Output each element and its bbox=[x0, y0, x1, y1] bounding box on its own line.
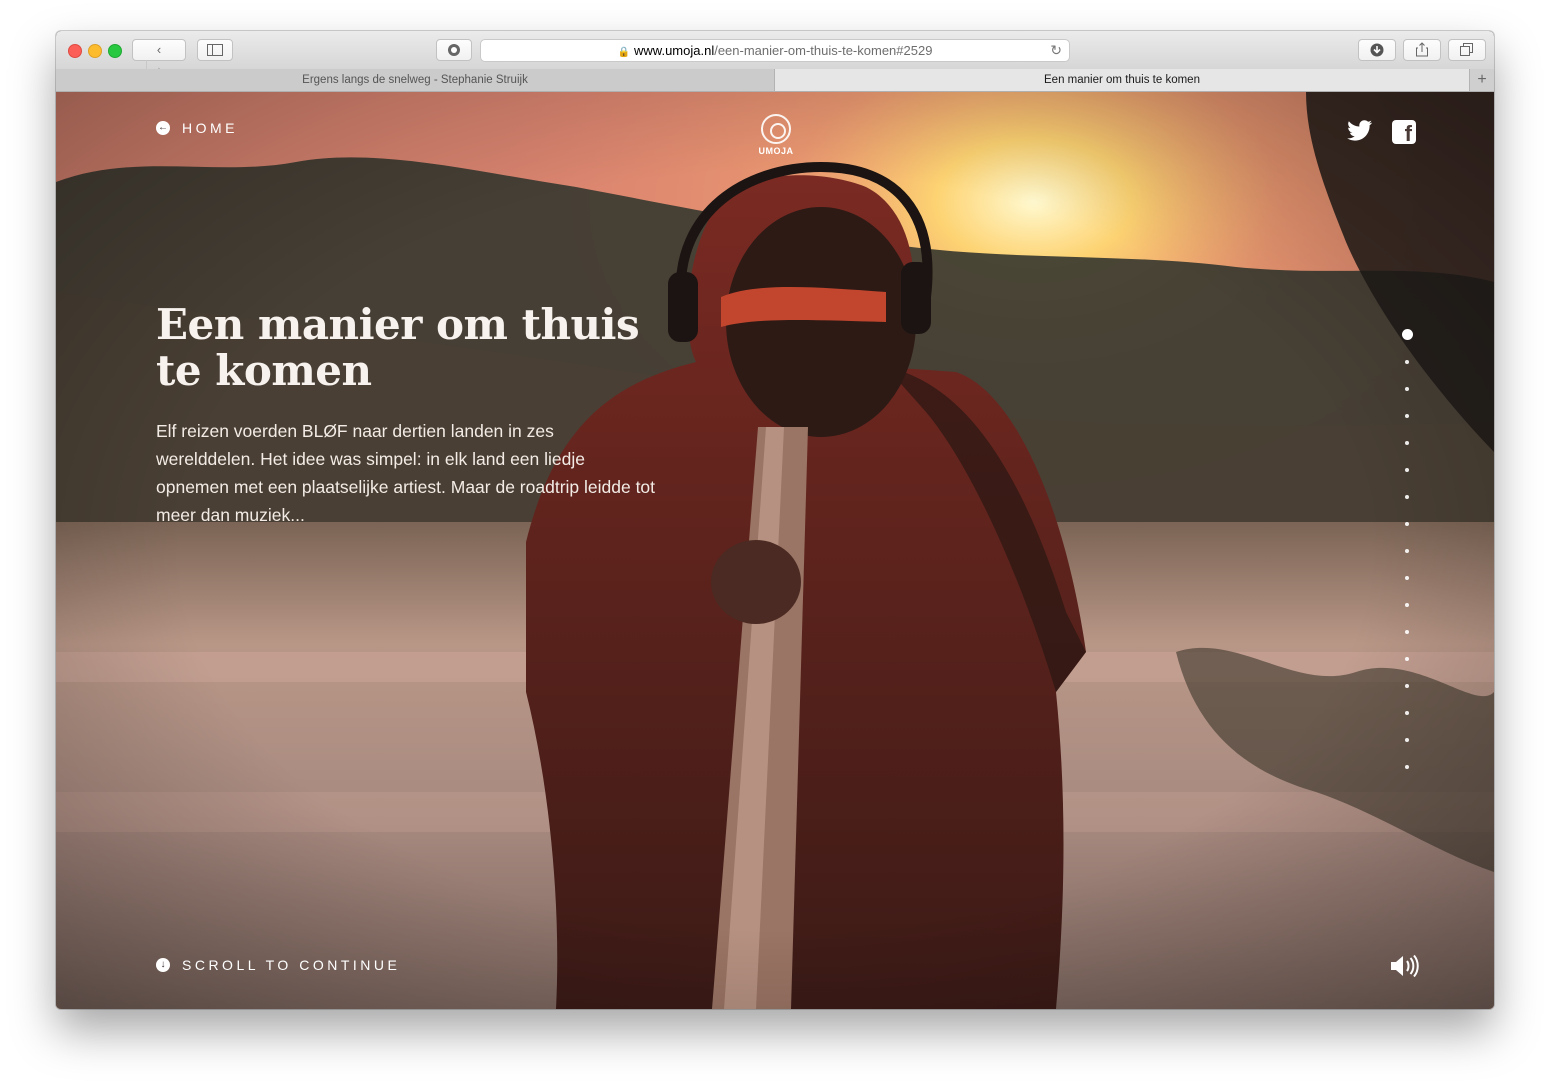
facebook-icon[interactable]: f bbox=[1392, 120, 1416, 144]
minimize-window-button[interactable] bbox=[88, 44, 102, 58]
share-button[interactable] bbox=[1403, 39, 1441, 61]
home-label: HOME bbox=[182, 120, 238, 136]
section-dot[interactable] bbox=[1405, 738, 1409, 742]
section-dot[interactable] bbox=[1405, 414, 1409, 418]
zoom-window-button[interactable] bbox=[108, 44, 122, 58]
umoja-logo-mark bbox=[761, 114, 791, 144]
umoja-logo-wordmark: UMOJA bbox=[758, 146, 794, 156]
url-path: /een-manier-om-thuis-te-komen#2529 bbox=[714, 43, 933, 58]
section-dot[interactable] bbox=[1405, 468, 1409, 472]
section-dot[interactable] bbox=[1405, 441, 1409, 445]
tab-overview-button[interactable] bbox=[1448, 39, 1486, 61]
hero-background-photo bbox=[56, 92, 1494, 1009]
privacy-button[interactable] bbox=[436, 39, 472, 61]
section-dot[interactable] bbox=[1405, 360, 1409, 364]
sidebar-button[interactable] bbox=[197, 39, 233, 61]
section-dot[interactable] bbox=[1401, 329, 1413, 340]
arrow-down-circle-icon: ↓ bbox=[156, 958, 170, 972]
history-navigation: ‹› bbox=[132, 39, 186, 80]
section-dot[interactable] bbox=[1405, 603, 1409, 607]
tab-ergens-langs-de-snelweg[interactable]: Ergens langs de snelweg - Stephanie Stru… bbox=[56, 69, 775, 91]
tabs-icon bbox=[1460, 43, 1473, 56]
tab-een-manier-om-thuis-te-komen[interactable]: Een manier om thuis te komen bbox=[775, 69, 1469, 91]
downloads-button[interactable] bbox=[1358, 39, 1396, 61]
back-button[interactable]: ‹ bbox=[146, 40, 172, 60]
scroll-label: SCROLL TO CONTINUE bbox=[182, 957, 401, 973]
twitter-icon[interactable] bbox=[1347, 120, 1373, 142]
lock-icon: 🔒 bbox=[617, 47, 631, 58]
section-dot[interactable] bbox=[1405, 387, 1409, 391]
download-icon bbox=[1370, 43, 1384, 57]
intro-text: Elf reizen voerden BLØF naar dertien lan… bbox=[156, 421, 656, 525]
section-dot[interactable] bbox=[1405, 549, 1409, 553]
sidebar-icon bbox=[207, 44, 223, 56]
reload-icon[interactable]: ↻ bbox=[1050, 40, 1062, 61]
section-dot[interactable] bbox=[1405, 765, 1409, 769]
umoja-logo[interactable]: UMOJA bbox=[756, 114, 796, 156]
arrow-left-circle-icon: ← bbox=[156, 121, 170, 135]
browser-window: ‹› 🔒www.umoja.nl/een-manier-om-thuis-te-… bbox=[56, 31, 1494, 1009]
section-dot[interactable] bbox=[1405, 630, 1409, 634]
new-tab-button[interactable]: + bbox=[1469, 69, 1494, 91]
url-host: www.umoja.nl bbox=[634, 43, 715, 58]
section-dot[interactable] bbox=[1405, 657, 1409, 661]
browser-toolbar: ‹› 🔒www.umoja.nl/een-manier-om-thuis-te-… bbox=[56, 31, 1494, 80]
section-pagination bbox=[1401, 329, 1413, 792]
scroll-to-continue-link[interactable]: ↓ SCROLL TO CONTINUE bbox=[156, 957, 400, 973]
privacy-icon bbox=[448, 44, 460, 56]
address-bar[interactable]: 🔒 www.umoja.nl/een-manier-om-thuis-te-kom… bbox=[480, 39, 1070, 62]
section-dot[interactable] bbox=[1405, 711, 1409, 715]
section-dot[interactable] bbox=[1405, 576, 1409, 580]
share-icon bbox=[1416, 42, 1428, 57]
section-dot[interactable] bbox=[1405, 684, 1409, 688]
section-dot[interactable] bbox=[1405, 522, 1409, 526]
section-dot[interactable] bbox=[1405, 495, 1409, 499]
hero-section: ← HOME UMOJA f Een manier om thuis te ko… bbox=[56, 92, 1494, 1009]
tab-bar: Ergens langs de snelweg - Stephanie Stru… bbox=[56, 69, 1494, 92]
home-link[interactable]: ← HOME bbox=[156, 120, 238, 136]
close-window-button[interactable] bbox=[68, 44, 82, 58]
speaker-icon[interactable] bbox=[1389, 954, 1419, 978]
page-title: Een manier om thuis te komen bbox=[156, 300, 640, 395]
